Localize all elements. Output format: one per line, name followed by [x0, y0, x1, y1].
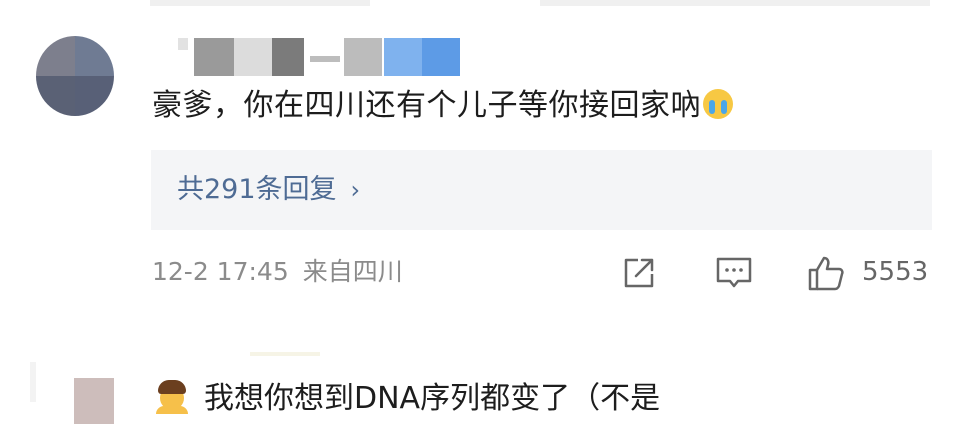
- replies-count-label: 共291条回复: [177, 174, 337, 205]
- comment-body: 我想你想到DNA序列都变了（不是: [204, 381, 661, 416]
- view-replies-link[interactable]: 共291条回复 ›: [177, 170, 360, 210]
- avatar[interactable]: [36, 36, 114, 116]
- replies-panel[interactable]: 共291条回复 ›: [151, 150, 932, 230]
- chevron-right-icon: ›: [350, 176, 361, 204]
- username[interactable]: [152, 38, 462, 78]
- comment-body: 豪爹，你在四川还有个儿子等你接回家吶: [152, 88, 701, 123]
- comment-text: 我想你想到DNA序列都变了（不是: [156, 376, 660, 422]
- like-count: 5553: [862, 257, 929, 287]
- man-icon: [156, 380, 188, 414]
- username[interactable]: [250, 352, 320, 356]
- comment-icon[interactable]: [714, 254, 754, 292]
- top-divider: [150, 0, 370, 6]
- crying-face-icon: [703, 89, 733, 119]
- comment-text: 豪爹，你在四川还有个儿子等你接回家吶: [152, 86, 733, 126]
- top-divider: [540, 0, 930, 6]
- thumbs-up-icon[interactable]: [806, 254, 846, 292]
- location: 来自四川: [302, 257, 403, 286]
- timestamp: 12-2 17:45: [152, 257, 289, 286]
- avatar[interactable]: [74, 378, 114, 424]
- avatar-edge: [30, 362, 36, 402]
- comment-meta: 12-2 17:45 来自四川: [152, 254, 403, 290]
- share-icon[interactable]: [620, 254, 660, 292]
